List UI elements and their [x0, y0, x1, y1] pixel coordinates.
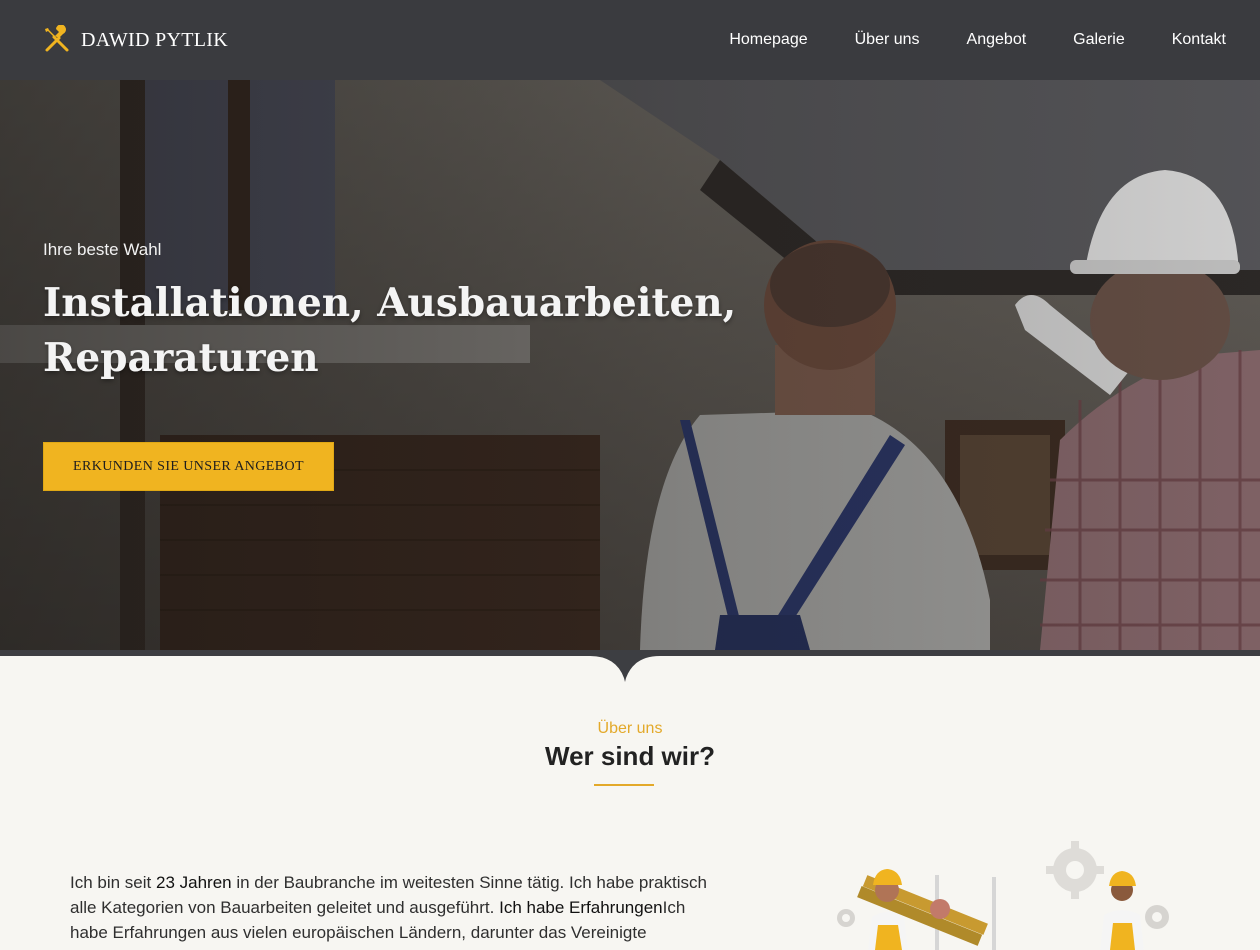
about-text-highlight: 23 Jahren	[156, 873, 232, 892]
divider-notch	[590, 650, 660, 682]
worker-figure	[1100, 871, 1144, 950]
nav-item-angebot[interactable]: Angebot	[967, 31, 1027, 49]
about-text-highlight: Ich habe Erfahrungen	[499, 898, 663, 917]
hero-section: Ihre beste Wahl Installationen, Ausbauar…	[0, 80, 1260, 650]
gear-icon	[1145, 905, 1169, 929]
gear-icon	[1046, 841, 1104, 899]
workers-illustration	[837, 841, 1169, 950]
nav-item-homepage[interactable]: Homepage	[729, 31, 807, 49]
worker-figure	[857, 869, 988, 950]
brand-logo[interactable]: DAWID PYTLIK	[42, 25, 228, 55]
hero-title: Installationen, Ausbauarbeiten, Reparatu…	[43, 280, 737, 381]
about-title-underline	[594, 784, 654, 786]
nav-item-ueber-uns[interactable]: Über uns	[855, 31, 920, 49]
about-title: Wer sind wir?	[545, 741, 715, 771]
nav-item-kontakt[interactable]: Kontakt	[1172, 31, 1226, 49]
main-menu: Homepage Über uns Angebot Galerie Kontak…	[729, 0, 1226, 80]
about-text-part: Ich bin seit	[70, 873, 156, 892]
gear-icon	[837, 909, 855, 927]
page: DAWID PYTLIK Homepage Über uns Angebot G…	[0, 0, 1260, 950]
explore-offer-button[interactable]: ERKUNDEN SIE UNSER ANGEBOT	[43, 442, 334, 491]
about-paragraph: Ich bin seit 23 Jahren in der Baubranche…	[70, 870, 720, 950]
hero-tagline: Ihre beste Wahl	[43, 240, 162, 259]
brand-name: DAWID PYTLIK	[81, 28, 228, 51]
about-kicker: Über uns	[597, 720, 663, 737]
top-navbar: DAWID PYTLIK Homepage Über uns Angebot G…	[0, 0, 1260, 80]
tools-icon	[45, 25, 69, 52]
nav-item-galerie[interactable]: Galerie	[1073, 31, 1125, 49]
